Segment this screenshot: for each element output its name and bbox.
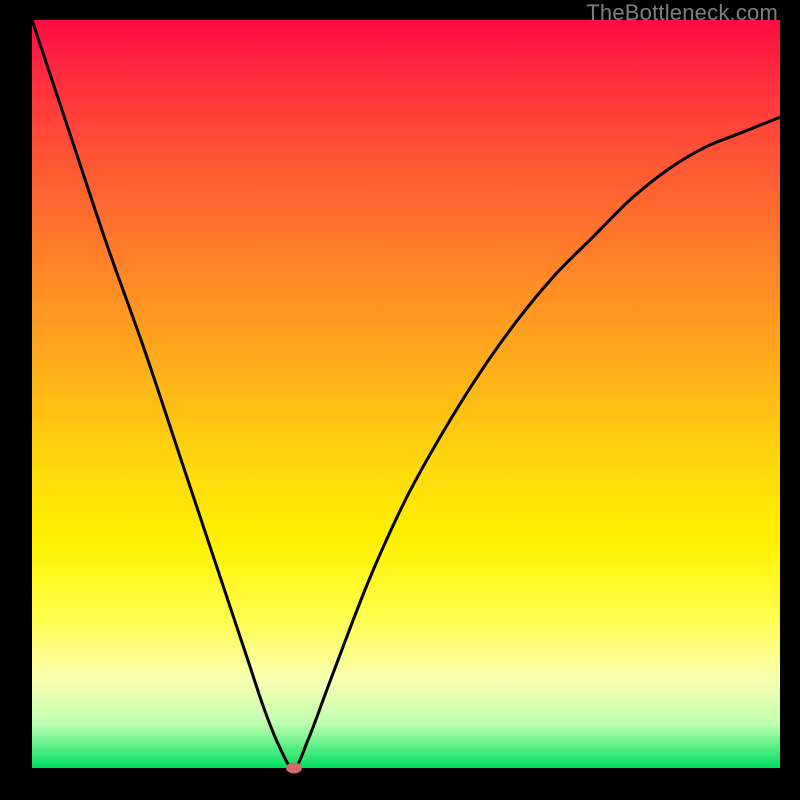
bottleneck-curve xyxy=(32,20,780,768)
chart-container: TheBottleneck.com xyxy=(0,0,800,800)
watermark-text: TheBottleneck.com xyxy=(586,0,778,26)
optimum-marker xyxy=(286,763,302,774)
plot-area xyxy=(32,20,780,768)
